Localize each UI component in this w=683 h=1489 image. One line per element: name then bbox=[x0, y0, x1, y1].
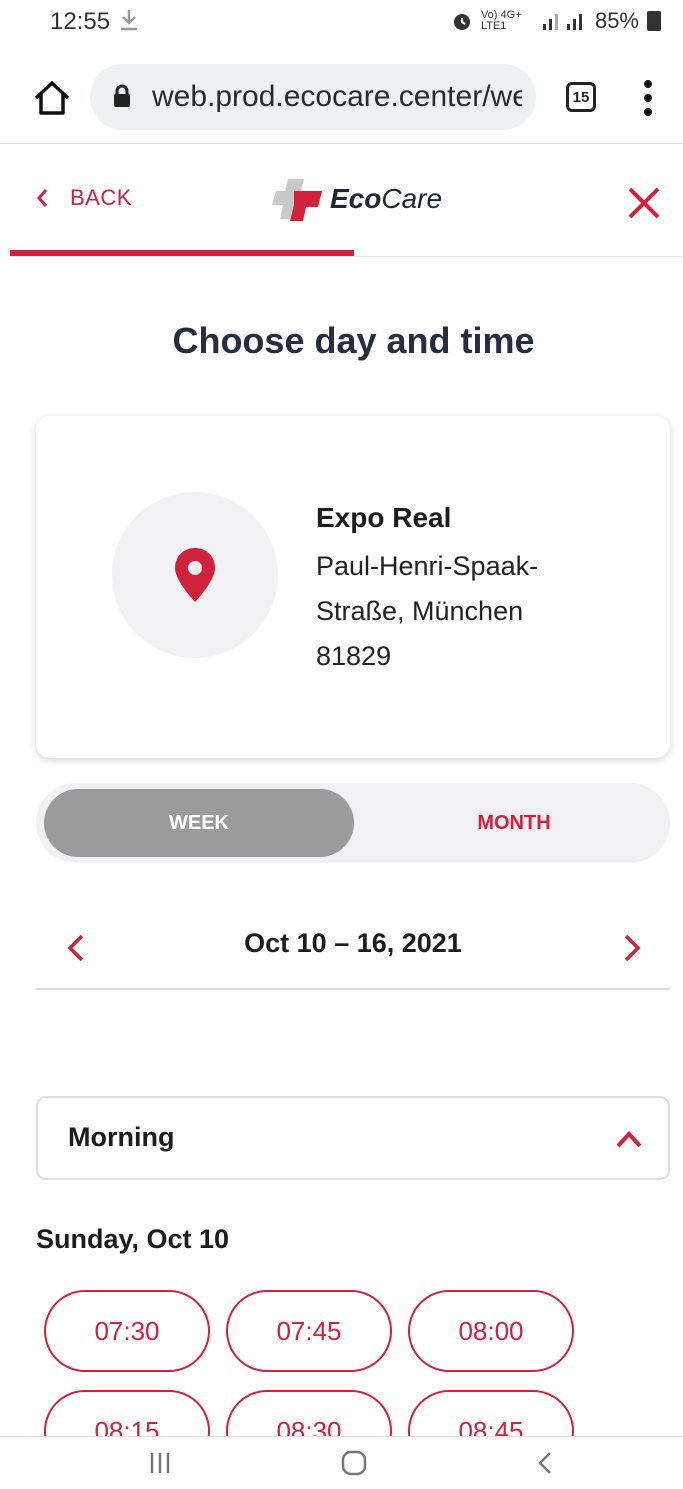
view-toggle: WEEK MONTH bbox=[36, 783, 670, 863]
period-label: Morning bbox=[68, 1122, 175, 1152]
status-time: 12:55 bbox=[50, 8, 111, 35]
location-address: Paul-Henri-Spaak-Straße, München 81829 bbox=[316, 551, 539, 671]
menu-dots-icon[interactable] bbox=[640, 78, 656, 118]
next-week-icon[interactable] bbox=[620, 932, 644, 964]
location-pin-icon bbox=[175, 548, 215, 602]
back-nav-icon[interactable] bbox=[536, 1449, 554, 1477]
time-slot-button[interactable]: 08:30 bbox=[226, 1390, 392, 1436]
location-pin-badge bbox=[112, 492, 278, 658]
tab-switcher-button[interactable]: 15 bbox=[566, 82, 596, 112]
time-slot-button[interactable]: 07:45 bbox=[226, 1290, 392, 1372]
status-right: Vo) 4G+ LTE1 85% bbox=[451, 8, 661, 34]
page-title: Choose day and time bbox=[172, 320, 535, 361]
recent-apps-icon[interactable] bbox=[148, 1449, 172, 1477]
browser-toolbar: web.prod.ecocare.center/we 15 bbox=[0, 58, 683, 144]
network-label: Vo) 4G+ LTE1 bbox=[480, 9, 522, 32]
url-text: web.prod.ecocare.center/we bbox=[152, 80, 522, 113]
location-name: Expo Real bbox=[316, 502, 452, 533]
cross-logo-icon bbox=[272, 179, 322, 221]
back-button[interactable]: BACK bbox=[36, 185, 132, 211]
system-nav-bar bbox=[0, 1436, 683, 1489]
week-navigator: Oct 10 – 16, 2021 bbox=[36, 908, 670, 990]
back-label: BACK bbox=[70, 185, 132, 210]
time-slot-button[interactable]: 08:45 bbox=[408, 1390, 574, 1436]
close-icon[interactable] bbox=[624, 183, 664, 223]
progress-bar bbox=[10, 250, 354, 256]
week-tab[interactable]: WEEK bbox=[44, 789, 354, 857]
status-bar: 12:55 Vo) 4G+ LTE1 85% bbox=[0, 0, 683, 48]
chevron-left-icon bbox=[37, 189, 48, 207]
time-slot-button[interactable]: 08:15 bbox=[44, 1390, 210, 1436]
month-tab[interactable]: MONTH bbox=[366, 789, 662, 857]
progress-track bbox=[10, 256, 683, 257]
home-icon[interactable] bbox=[30, 76, 74, 120]
day-heading: Sunday, Oct 10 bbox=[36, 1224, 230, 1254]
location-card: Expo Real Paul-Henri-Spaak-Straße, Münch… bbox=[36, 416, 670, 758]
app-header: BACK EcoCare bbox=[0, 145, 683, 257]
ecocare-logo: EcoCare bbox=[270, 175, 442, 223]
logo-text: EcoCare bbox=[330, 183, 443, 214]
time-slot-button[interactable]: 08:00 bbox=[408, 1290, 574, 1372]
time-slot-button[interactable]: 07:30 bbox=[44, 1290, 210, 1372]
battery-icon bbox=[647, 11, 661, 31]
download-icon bbox=[121, 10, 137, 31]
lock-icon bbox=[114, 84, 130, 107]
home-nav-icon[interactable] bbox=[340, 1449, 368, 1477]
signal-icon bbox=[542, 14, 582, 30]
chevron-up-icon bbox=[616, 1131, 642, 1148]
time-slot-grid: 07:30 07:45 08:00 08:15 08:30 08:45 bbox=[44, 1290, 683, 1436]
battery-label: 85% bbox=[594, 8, 639, 33]
address-bar[interactable]: web.prod.ecocare.center/we bbox=[90, 64, 536, 130]
week-range: Oct 10 – 16, 2021 bbox=[244, 928, 462, 958]
morning-accordion[interactable]: Morning bbox=[36, 1096, 670, 1180]
alarm-icon bbox=[453, 14, 470, 30]
